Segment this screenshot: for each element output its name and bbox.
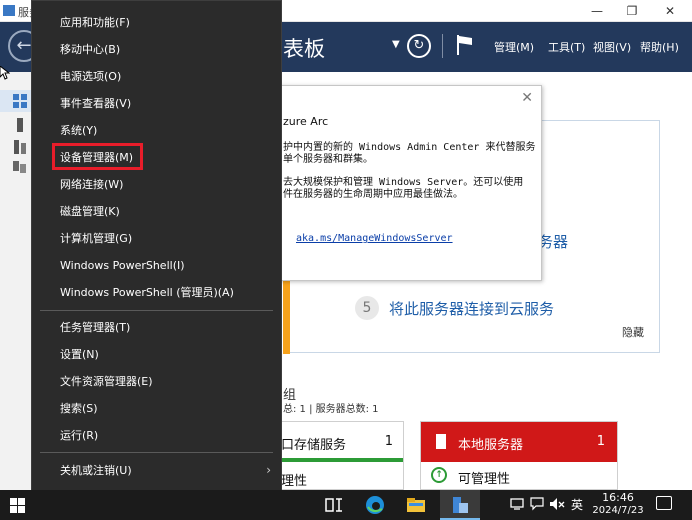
- popup-text-line: 件在服务器的生命周期中应用最佳做法。: [283, 189, 463, 200]
- tile-local-count: 1: [596, 434, 605, 449]
- tile-file-storage[interactable]: 口存储服务 1 理性: [270, 421, 404, 490]
- menu-search[interactable]: 搜索(S): [32, 395, 281, 422]
- menu-event-viewer[interactable]: 事件查看器(V): [32, 90, 281, 117]
- menu-network-connections[interactable]: 网络连接(W): [32, 171, 281, 198]
- menu-mobility-center[interactable]: 移动中心(B): [32, 36, 281, 63]
- dashboard-grid-icon: [13, 94, 27, 108]
- menu-view[interactable]: 视图(V): [593, 39, 631, 55]
- volume-muted-icon[interactable]: [549, 497, 565, 511]
- menu-shutdown-signout[interactable]: 关机或注销(U) ›: [32, 457, 281, 484]
- clock-date[interactable]: 2024/7/23: [590, 505, 646, 516]
- menu-manage[interactable]: 管理(M): [494, 39, 534, 55]
- hide-welcome-link[interactable]: 隐藏: [622, 324, 644, 340]
- menu-divider: [40, 452, 273, 453]
- step-4-link[interactable]: 务器: [538, 231, 568, 252]
- menu-run[interactable]: 运行(R): [32, 422, 281, 449]
- minimize-button[interactable]: —: [582, 2, 612, 20]
- welcome-accent-bar: [283, 281, 290, 354]
- azure-arc-popup: ✕ zure Arc 护中内置的新的 Windows Admin Center …: [270, 85, 542, 281]
- menu-task-manager[interactable]: 任务管理器(T): [32, 314, 281, 341]
- popup-close-icon[interactable]: ✕: [521, 90, 533, 106]
- step-5-link[interactable]: 将此服务器连接到云服务: [389, 298, 554, 319]
- menu-powershell-admin[interactable]: Windows PowerShell (管理员)(A): [32, 279, 281, 306]
- roles-count: 总: 1 | 服务器总数: 1: [283, 404, 379, 415]
- mouse-pointer-icon: [0, 66, 10, 80]
- menu-file-explorer[interactable]: 文件资源管理器(E): [32, 368, 281, 395]
- menu-shutdown-label: 关机或注销(U): [60, 464, 132, 477]
- ime-indicator[interactable]: 英: [571, 496, 583, 513]
- server-icon: [436, 434, 446, 449]
- menu-apps-features[interactable]: 应用和功能(F): [32, 9, 281, 36]
- menu-disk-management[interactable]: 磁盘管理(K): [32, 198, 281, 225]
- tile-storage-count: 1: [384, 434, 393, 449]
- popup-title: zure Arc: [283, 115, 329, 128]
- server-manager-taskbar-icon: [453, 497, 468, 513]
- menu-divider: [40, 310, 273, 311]
- edge-browser-icon[interactable]: [364, 494, 386, 516]
- notification-center-icon[interactable]: [656, 496, 672, 510]
- left-nav: [0, 72, 32, 490]
- popup-text-line: 单个服务器和群集。: [283, 154, 373, 165]
- tile-storage-manageability[interactable]: 理性: [281, 470, 307, 489]
- file-storage-icon[interactable]: [13, 160, 27, 174]
- local-server-icon[interactable]: [13, 118, 27, 132]
- step-5-number: 5: [355, 296, 379, 320]
- network-tray-icon[interactable]: [510, 498, 524, 510]
- menu-computer-management[interactable]: 计算机管理(G): [32, 225, 281, 252]
- refresh-icon[interactable]: ↻: [407, 34, 431, 58]
- tile-local-label: 本地服务器: [458, 438, 524, 453]
- menu-powershell[interactable]: Windows PowerShell(I): [32, 252, 281, 279]
- clock-time[interactable]: 16:46: [600, 491, 636, 504]
- dashboard-title: 表板: [283, 37, 325, 61]
- nav-dashboard[interactable]: [0, 90, 32, 112]
- tile-local-server[interactable]: 本地服务器 1 ↑ 可管理性: [420, 421, 618, 490]
- chevron-right-icon: ›: [266, 463, 271, 477]
- notifications-flag-icon[interactable]: [456, 34, 474, 56]
- task-view-icon[interactable]: [323, 494, 345, 516]
- menu-tools[interactable]: 工具(T): [548, 39, 585, 55]
- all-servers-icon[interactable]: [13, 140, 27, 154]
- menu-power-options[interactable]: 电源选项(O): [32, 63, 281, 90]
- status-ok-arrow-icon: ↑: [431, 467, 447, 483]
- tile-storage-label: 口存储服务: [281, 438, 347, 453]
- annotation-highlight-box: [52, 143, 143, 170]
- header-divider: [442, 34, 443, 58]
- caret-down-icon[interactable]: ▼: [392, 39, 400, 50]
- arrow-left-icon: ←: [16, 35, 32, 56]
- file-explorer-icon[interactable]: [405, 494, 427, 516]
- start-windows-icon[interactable]: [10, 498, 25, 513]
- manage-windows-server-link[interactable]: aka.ms/ManageWindowsServer: [296, 233, 453, 244]
- tile-local-manageability[interactable]: 可管理性: [458, 468, 510, 487]
- taskbar: 英 16:46 2024/7/23: [0, 490, 692, 520]
- server-manager-icon: [3, 5, 15, 16]
- menu-help[interactable]: 帮助(H): [640, 39, 679, 55]
- menu-system[interactable]: 系统(Y): [32, 117, 281, 144]
- menu-settings[interactable]: 设置(N): [32, 341, 281, 368]
- restore-button[interactable]: ❐: [617, 2, 647, 20]
- close-button[interactable]: ✕: [655, 2, 685, 20]
- chat-tray-icon[interactable]: [530, 497, 544, 511]
- server-manager-taskbar-button[interactable]: [440, 490, 480, 520]
- winx-context-menu: 应用和功能(F) 移动中心(B) 电源选项(O) 事件查看器(V) 系统(Y) …: [31, 0, 282, 516]
